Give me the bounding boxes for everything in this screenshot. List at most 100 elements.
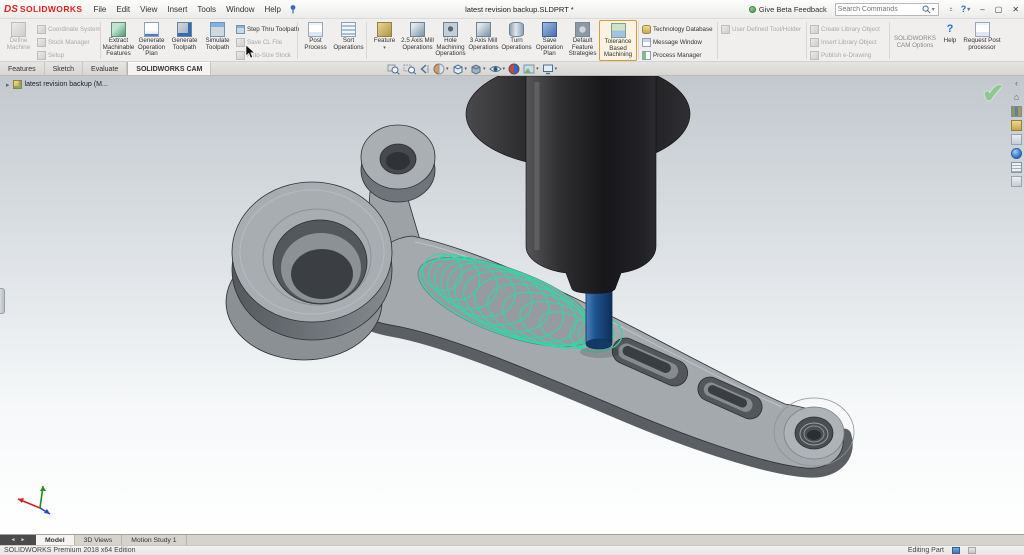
message-window-button[interactable]: Message Window <box>640 37 716 47</box>
menu-tools[interactable]: Tools <box>192 0 221 18</box>
task-pane-collapse-icon[interactable]: ‹ <box>1011 78 1022 89</box>
section-view-dropdown-icon[interactable]: ▾ <box>446 66 449 72</box>
define-machine-label: Define Machine <box>2 38 35 51</box>
menu-insert[interactable]: Insert <box>162 0 192 18</box>
hole-machining-button[interactable]: Hole Machining Operations <box>434 20 467 61</box>
zoom-area-button[interactable] <box>402 63 417 76</box>
viewport-3d-scene[interactable] <box>0 76 1024 534</box>
pin-menu-icon[interactable] <box>288 4 298 14</box>
mill-3-axis-button[interactable]: 3 Axis Mill Operations <box>467 20 500 61</box>
apply-scene-dropdown-icon[interactable]: ▾ <box>536 66 539 72</box>
tab-motion-study-1[interactable]: Motion Study 1 <box>122 535 186 545</box>
view-orientation-button[interactable]: ▾ <box>451 63 469 76</box>
close-button[interactable]: ✕ <box>1007 5 1024 14</box>
confirmation-check-icon[interactable]: ✔ <box>982 78 1004 109</box>
simulate-toolpath-button[interactable]: Simulate Toolpath <box>201 20 234 61</box>
feature-dropdown-icon[interactable]: ▾ <box>383 46 386 51</box>
tab-features[interactable]: Features <box>0 62 45 75</box>
file-explorer-icon[interactable] <box>1011 120 1022 131</box>
menu-file[interactable]: File <box>88 0 111 18</box>
insert-library-object-button[interactable]: Insert Library Object <box>808 37 888 47</box>
technology-database-button[interactable]: Technology Database <box>640 24 716 34</box>
ribbon-separator <box>717 22 718 59</box>
turn-operations-button[interactable]: Turn Operations <box>500 20 533 61</box>
mill-25-axis-button[interactable]: 2.5 Axis Mill Operations <box>401 20 434 61</box>
display-style-dropdown-icon[interactable]: ▾ <box>483 66 486 72</box>
generate-toolpath-button[interactable]: Generate Toolpath <box>168 20 201 61</box>
command-search[interactable]: ▾ <box>835 3 939 16</box>
hide-show-dropdown-icon[interactable]: ▾ <box>503 66 506 72</box>
display-style-button[interactable]: ▾ <box>469 63 487 76</box>
view-settings-dropdown-icon[interactable]: ▾ <box>555 66 558 72</box>
tab-scroll-left-icon[interactable]: ◄ <box>11 537 16 543</box>
apply-scene-button[interactable]: ▾ <box>522 63 540 76</box>
cam-options-button[interactable]: SOLIDWORKS CAM Options <box>891 20 939 61</box>
beta-feedback-button[interactable]: Give Beta Feedback <box>749 5 827 14</box>
tab-solidworks-cam[interactable]: SOLIDWORKS CAM <box>127 62 211 75</box>
menu-help[interactable]: Help <box>260 0 286 18</box>
user-account-icon[interactable] <box>945 0 957 18</box>
forum-icon[interactable] <box>1011 176 1022 187</box>
origin-triad <box>10 482 52 520</box>
status-sync-icon[interactable] <box>952 547 960 554</box>
menu-window[interactable]: Window <box>221 0 259 18</box>
setup-icon <box>37 51 46 60</box>
minimize-button[interactable]: – <box>975 5 989 14</box>
feature-button[interactable]: Feature ▾ <box>368 20 401 61</box>
zoom-fit-button[interactable] <box>386 63 401 76</box>
publish-edrawing-icon <box>810 51 819 60</box>
edit-appearance-button[interactable] <box>507 63 521 76</box>
tab-model[interactable]: Model <box>36 535 75 545</box>
stock-manager-button[interactable]: Stock Manager <box>35 37 99 47</box>
menu-edit[interactable]: Edit <box>111 0 135 18</box>
save-operation-plan-button[interactable]: Save Operation Plan <box>533 20 566 61</box>
tab-scroll-right-icon[interactable]: ► <box>21 537 26 543</box>
help-menu-icon[interactable]: ?▾ <box>957 0 976 18</box>
default-feature-strategies-button[interactable]: Default Feature Strategies <box>566 20 599 61</box>
section-view-button[interactable]: ▾ <box>432 63 450 76</box>
sort-operations-button[interactable]: Sort Operations <box>332 20 365 61</box>
ribbon-group-tools: Technology Database Message Window Proce… <box>640 20 716 61</box>
view-settings-button[interactable]: ▾ <box>541 63 559 76</box>
tool-holder[interactable] <box>466 76 690 294</box>
create-library-object-button[interactable]: Create Library Object <box>808 24 888 34</box>
save-cl-file-button[interactable]: Save CL File <box>234 37 296 47</box>
coordinate-system-button[interactable]: Coordinate System <box>35 24 99 34</box>
tab-3d-views[interactable]: 3D Views <box>75 535 123 545</box>
cam-help-button[interactable]: ? Help <box>939 20 961 61</box>
search-dropdown-icon[interactable]: ▾ <box>931 6 936 13</box>
design-library-icon[interactable] <box>1011 106 1022 117</box>
step-thru-toolpath-button[interactable]: Step Thru Toolpath <box>234 24 296 34</box>
tab-evaluate[interactable]: Evaluate <box>83 62 127 75</box>
solidworks-resources-icon[interactable]: ⌂ <box>1011 92 1022 103</box>
graphics-viewport[interactable]: ▸ latest revision backup (M... ‹ ⌂ ✔ <box>0 76 1024 534</box>
menu-view[interactable]: View <box>135 0 162 18</box>
custom-properties-icon[interactable] <box>1011 162 1022 173</box>
process-manager-button[interactable]: Process Manager <box>640 50 716 60</box>
post-process-button[interactable]: Post Process <box>299 20 332 61</box>
tolerance-based-machining-button[interactable]: Tolerance Based Machining <box>599 20 637 61</box>
user-defined-tool-icon <box>721 25 730 34</box>
publish-edrawing-button[interactable]: Publish e-Drawing <box>808 50 888 60</box>
generate-operation-plan-button[interactable]: Generate Operation Plan <box>135 20 168 61</box>
setup-button[interactable]: Setup <box>35 50 99 60</box>
define-machine-button[interactable]: Define Machine <box>2 20 35 61</box>
tree-root-item[interactable]: latest revision backup (M... <box>25 81 108 88</box>
tree-expand-icon[interactable]: ▸ <box>6 81 10 89</box>
view-palette-icon[interactable] <box>1011 134 1022 145</box>
maximize-button[interactable]: ▢ <box>990 5 1008 14</box>
search-icon[interactable] <box>922 5 931 14</box>
panel-expand-tab[interactable] <box>0 288 5 314</box>
tab-scroll-buttons[interactable]: ◄ ► <box>0 535 36 545</box>
appearances-icon[interactable] <box>1011 148 1022 159</box>
user-defined-tool-button[interactable]: User Defined Tool/Holder <box>719 24 805 34</box>
status-grip-icon[interactable] <box>968 547 976 554</box>
tab-sketch[interactable]: Sketch <box>45 62 83 75</box>
view-orientation-dropdown-icon[interactable]: ▾ <box>465 66 468 72</box>
hide-show-items-button[interactable]: ▾ <box>488 63 507 76</box>
previous-view-button[interactable] <box>418 63 431 76</box>
extract-machinable-features-button[interactable]: Extract Machinable Features <box>102 20 135 61</box>
search-input[interactable] <box>838 6 922 13</box>
auto-size-stock-button[interactable]: Auto-Size Stock <box>234 50 296 60</box>
request-post-processor-button[interactable]: Request Post processor <box>961 20 1003 61</box>
